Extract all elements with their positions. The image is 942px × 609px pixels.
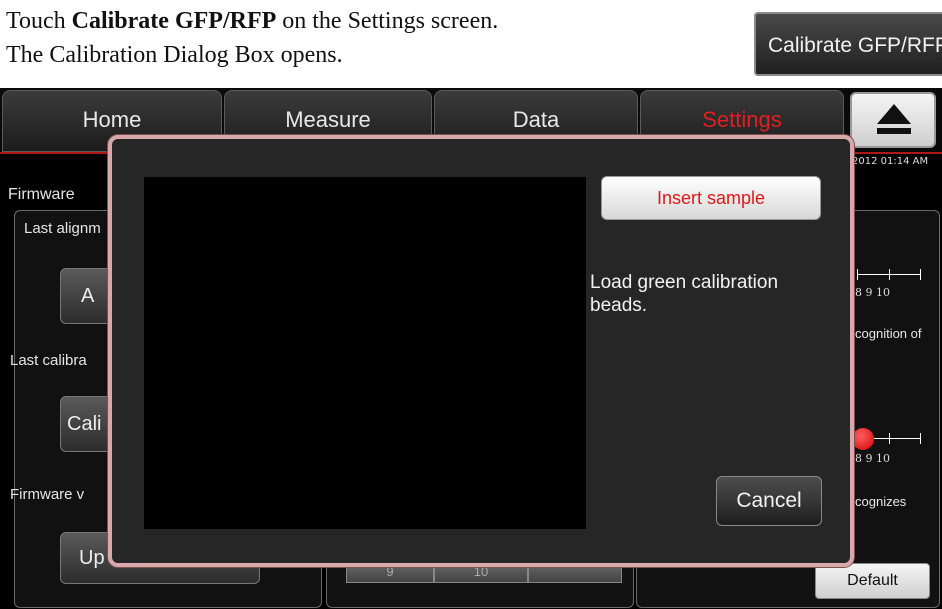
instruction-bold: Calibrate GFP/RFP: [71, 8, 277, 34]
datetime: 2012 01:14 AM: [852, 156, 929, 167]
default-button[interactable]: Default: [815, 563, 930, 599]
last-calibration-label: Last calibra: [10, 352, 87, 369]
cancel-button[interactable]: Cancel: [716, 476, 822, 526]
slider-1-caption: cognition of: [855, 326, 922, 341]
device-screen: Home Measure Data Settings 2012 01:14 AM…: [0, 88, 942, 609]
firmware-header: Firmware: [8, 186, 75, 203]
eject-button[interactable]: [850, 92, 936, 148]
camera-preview: [144, 177, 586, 529]
slider-2-scale: 8 9 10: [855, 452, 890, 465]
slider-2-caption: cognizes: [855, 494, 907, 509]
firmware-version-label: Firmware v: [10, 486, 85, 503]
instruction-line-1: Touch Calibrate GFP/RFP on the Settings …: [6, 8, 499, 34]
last-alignment-label: Last alignm: [24, 220, 101, 237]
slider-2-knob[interactable]: [852, 428, 874, 450]
eject-icon: [877, 104, 911, 124]
calibration-dialog: Insert sample Load green calibration bea…: [108, 135, 854, 567]
slider-1[interactable]: [855, 268, 923, 282]
instruction-line-2: The Calibration Dialog Box opens.: [6, 42, 343, 68]
slider-1-scale: 8 9 10: [855, 286, 890, 299]
calibrate-gfp-rfp-callout: Calibrate GFP/RFP: [754, 12, 942, 76]
insert-sample-button[interactable]: Insert sample: [601, 176, 821, 220]
status-message: Load green calibration beads.: [590, 272, 779, 316]
